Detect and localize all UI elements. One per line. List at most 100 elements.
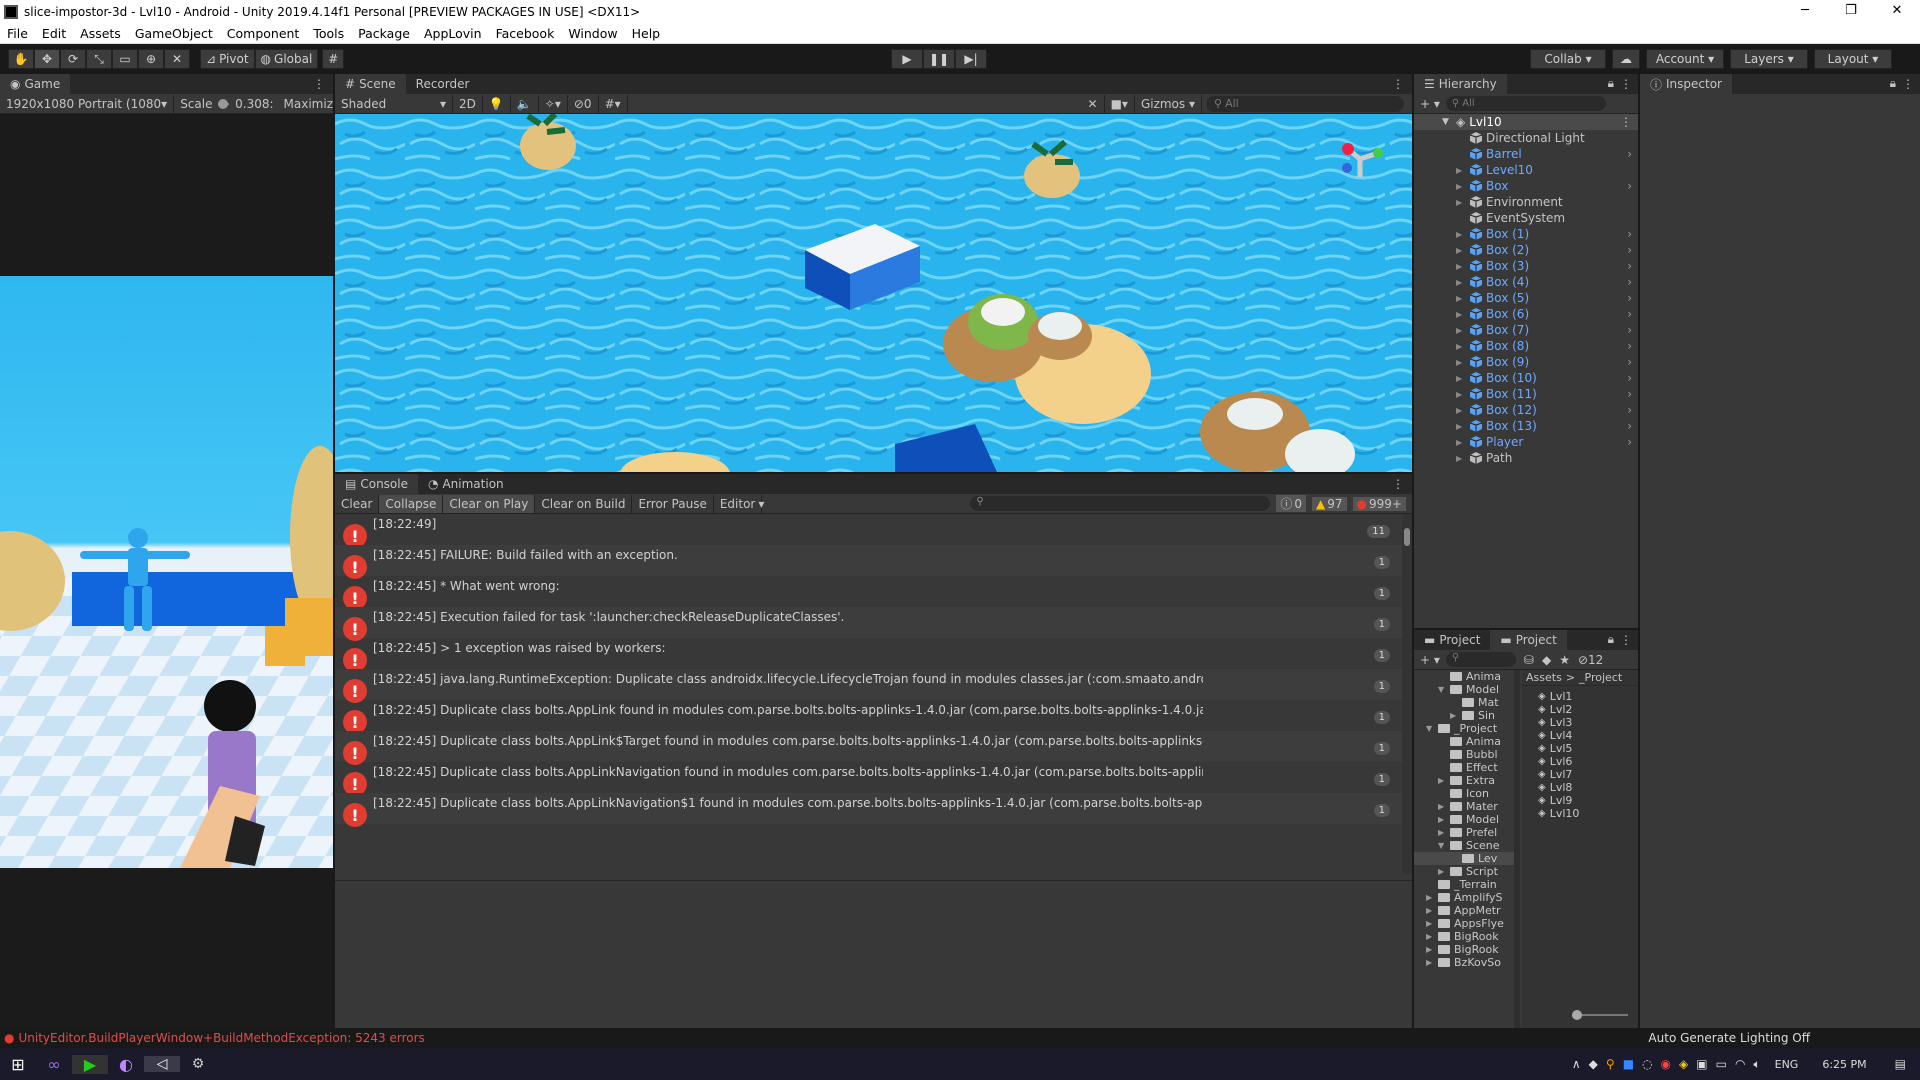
console-log-row[interactable]: ! [18:22:45] * What went wrong: 1 (335, 576, 1402, 610)
console-log-row[interactable]: ! [18:22:45] Duplicate class bolts.AppLin… (335, 700, 1402, 734)
menu-package[interactable]: Package (351, 26, 417, 41)
console-log-row[interactable]: ! [18:22:45] Duplicate class bolts.AppLin… (335, 762, 1402, 796)
tray-chevron-icon[interactable]: ∧ (1572, 1057, 1581, 1071)
hierarchy-item[interactable]: ▶ Player › (1414, 434, 1638, 450)
console-scroll-thumb[interactable] (1404, 528, 1410, 546)
folder-arrow-icon[interactable]: ▶ (1438, 828, 1450, 837)
inspector-menu-icon[interactable]: ⋮ (1902, 77, 1914, 91)
prefab-open-chevron-icon[interactable]: › (1627, 371, 1632, 385)
prefab-open-chevron-icon[interactable]: › (1627, 307, 1632, 321)
project-folder-row[interactable]: ▶ AmplifyS (1414, 891, 1520, 904)
hierarchy-item[interactable]: ▶ Box (11) › (1414, 386, 1638, 402)
pivot-toggle[interactable]: ⊿ Pivot (200, 49, 255, 69)
scene-search-input[interactable]: ⚲ All (1206, 95, 1404, 112)
console-log-row[interactable]: ! [18:22:45] FAILURE: Build failed with a… (335, 545, 1402, 579)
terminal-app-icon[interactable]: ▶ (72, 1054, 108, 1074)
scene-asset-item[interactable]: ◈ Lvl7 (1538, 768, 1638, 781)
expand-arrow-icon[interactable]: ▶ (1456, 294, 1470, 303)
project-folder-row[interactable]: ▶ Model (1414, 813, 1520, 826)
tray-app3-icon[interactable]: ◌ (1642, 1057, 1652, 1071)
folder-arrow-icon[interactable]: ▶ (1426, 906, 1438, 915)
game-menu-icon[interactable]: ⋮ (313, 77, 325, 91)
console-log-row[interactable]: ! [18:22:45] > 1 exception was raised by … (335, 638, 1402, 672)
expand-arrow-icon[interactable]: ▶ (1456, 278, 1470, 287)
console-menu-icon[interactable]: ⋮ (1392, 477, 1404, 491)
hierarchy-item[interactable]: ▶ Path (1414, 450, 1638, 466)
breadcrumb-assets[interactable]: Assets (1526, 671, 1562, 684)
search-by-label-icon[interactable]: ◆ (1542, 653, 1551, 667)
console-search-input[interactable]: ⚲ (970, 496, 1271, 511)
console-scrollbar[interactable] (1402, 514, 1412, 874)
visual-studio-icon[interactable]: ∞ (36, 1055, 72, 1074)
clock[interactable]: 6:25 PM (1822, 1058, 1866, 1071)
menu-help[interactable]: Help (625, 26, 668, 41)
icon-size-slider[interactable] (1572, 1010, 1628, 1020)
breadcrumb-project[interactable]: _Project (1579, 671, 1622, 684)
hierarchy-item[interactable]: ▶ Box (5) › (1414, 290, 1638, 306)
grid-toggle-icon[interactable]: #▾ (599, 94, 628, 113)
expand-arrow-icon[interactable]: ▶ (1456, 198, 1470, 207)
tray-app5-icon[interactable]: ◈ (1679, 1057, 1688, 1071)
expand-arrow-icon[interactable]: ▶ (1456, 406, 1470, 415)
menu-facebook[interactable]: Facebook (489, 26, 562, 41)
folder-arrow-icon[interactable]: ▶ (1438, 867, 1450, 876)
messaging-app-icon[interactable]: ◐ (108, 1055, 144, 1074)
hierarchy-item[interactable]: ▶ Box (1) › (1414, 226, 1638, 242)
status-error-text[interactable]: UnityEditor.BuildPlayerWindow+BuildMetho… (18, 1031, 424, 1045)
console-log-row[interactable]: ! [18:22:45] Execution failed for task ':… (335, 607, 1402, 641)
scene-menu-icon[interactable]: ⋮ (1392, 77, 1404, 91)
root-expand-icon[interactable]: ▼ (1442, 117, 1456, 127)
project-folder-row[interactable]: ▶ Extra (1414, 774, 1520, 787)
volume-icon[interactable]: 🔈︎ (1753, 1057, 1760, 1072)
layers-dropdown[interactable]: Layers ▾ (1730, 49, 1808, 69)
prefab-open-chevron-icon[interactable]: › (1627, 147, 1632, 161)
hierarchy-item[interactable]: ▶ Box (10) › (1414, 370, 1638, 386)
hierarchy-item[interactable]: ▶ Box (6) › (1414, 306, 1638, 322)
folder-arrow-icon[interactable]: ▶ (1426, 958, 1438, 967)
project-folder-row[interactable]: Effect (1414, 761, 1520, 774)
scene-asset-item[interactable]: ◈ Lvl3 (1538, 716, 1638, 729)
folder-arrow-icon[interactable]: ▶ (1426, 945, 1438, 954)
project-folder-row[interactable]: ▶ Script (1414, 865, 1520, 878)
resolution-dropdown[interactable]: 1920x1080 Portrait (1080 ▾ (0, 94, 175, 113)
project-lock-icon[interactable]: 🔒︎ (1608, 632, 1614, 647)
tools-icon[interactable]: ✕ (1082, 94, 1105, 113)
project-folder-row[interactable]: ▼ _Project (1414, 722, 1520, 735)
scale-slider-knob[interactable] (218, 98, 229, 109)
hierarchy-search-input[interactable]: ⚲ All (1445, 96, 1606, 111)
lighting-toggle-icon[interactable]: 💡 (483, 94, 511, 113)
expand-arrow-icon[interactable]: ▶ (1456, 182, 1470, 191)
expand-arrow-icon[interactable]: ▶ (1456, 374, 1470, 383)
unity-taskbar-icon[interactable]: ◁ (144, 1056, 180, 1072)
wifi-icon[interactable]: ◠ (1735, 1057, 1745, 1071)
menu-window[interactable]: Window (561, 26, 624, 41)
windows-start-icon[interactable]: ⊞ (0, 1055, 36, 1074)
audio-toggle-icon[interactable]: 🔈 (511, 94, 539, 113)
hierarchy-tree[interactable]: ▼ ◈ Lvl10 ⋮ Directional Light Barrel › ▶ Lev… (1414, 114, 1638, 466)
inspector-lock-icon[interactable]: 🔒︎ (1890, 76, 1896, 91)
project-folder-row[interactable]: Icon (1414, 787, 1520, 800)
project-folder-row[interactable]: ▶ BigRook (1414, 930, 1520, 943)
icon-size-slider-knob[interactable] (1572, 1010, 1582, 1020)
network-icon[interactable]: ▭ (1716, 1057, 1727, 1071)
project-folder-row[interactable]: ▶ BigRook (1414, 943, 1520, 956)
grid-snap-icon[interactable]: # (322, 49, 345, 69)
error-count-toggle[interactable]: ● 999+ (1352, 496, 1406, 511)
effects-dropdown-icon[interactable]: ✧▾ (539, 94, 568, 113)
hierarchy-item[interactable]: Directional Light (1414, 130, 1638, 146)
tab-project-1[interactable]: ▬ Project (1414, 630, 1490, 650)
maximize-on-play-toggle[interactable]: Maximiz (284, 97, 333, 111)
project-tree-scrollbar[interactable] (1514, 670, 1520, 1028)
scene-asset-item[interactable]: ◈ Lvl4 (1538, 729, 1638, 742)
hierarchy-menu-icon[interactable]: ⋮ (1620, 77, 1632, 91)
project-folder-row[interactable]: _Terrain (1414, 878, 1520, 891)
menu-component[interactable]: Component (220, 26, 307, 41)
favorites-star-icon[interactable]: ★ (1559, 653, 1570, 667)
menu-edit[interactable]: Edit (35, 26, 73, 41)
prefab-open-chevron-icon[interactable]: › (1627, 323, 1632, 337)
folder-arrow-icon[interactable]: ▶ (1426, 919, 1438, 928)
account-dropdown[interactable]: Account ▾ (1646, 49, 1724, 69)
expand-arrow-icon[interactable]: ▶ (1456, 230, 1470, 239)
prefab-open-chevron-icon[interactable]: › (1627, 339, 1632, 353)
pause-button[interactable]: ❚❚ (923, 49, 955, 69)
